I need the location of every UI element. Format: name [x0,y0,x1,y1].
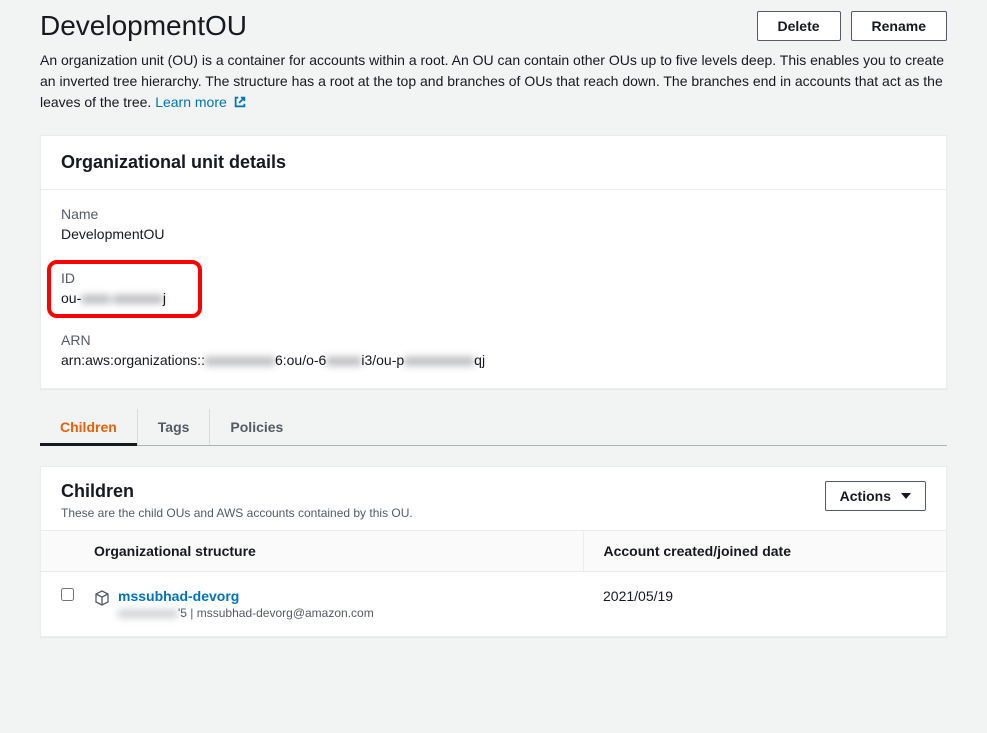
children-subtitle: These are the child OUs and AWS accounts… [61,506,413,520]
actions-label: Actions [840,488,891,504]
arn-hidden-3: xxxxxxxxxx [404,352,474,368]
rename-button[interactable]: Rename [851,11,947,41]
chevron-down-icon [901,488,911,504]
arn-hidden-2: xxxxx [326,352,361,368]
id-label: ID [61,270,188,286]
arn-suffix: qj [474,352,485,368]
name-value: DevelopmentOU [61,226,926,242]
id-suffix: j [163,290,166,306]
page-title: DevelopmentOU [40,10,247,42]
name-label: Name [61,206,926,222]
name-field: Name DevelopmentOU [61,206,926,242]
arn-hidden-1: xxxxxxxxxx [205,352,275,368]
delete-button[interactable]: Delete [757,11,841,41]
id-hidden: xxxx-xxxxxxx [81,290,163,306]
arn-prefix: arn:aws:organizations:: [61,352,205,368]
table-row: mssubhad-devorg xxxxxxxxxx'5 | mssubhad-… [41,572,946,637]
col-date: Account created/joined date [583,531,946,572]
col-checkbox [41,531,74,572]
ou-details-title: Organizational unit details [41,136,946,190]
actions-button[interactable]: Actions [825,481,926,511]
account-id-hidden: xxxxxxxxxx [118,606,178,620]
ou-details-panel: Organizational unit details Name Develop… [40,135,947,389]
arn-field: ARN arn:aws:organizations::xxxxxxxxxx6:o… [61,332,926,368]
col-structure: Organizational structure [74,531,583,572]
tabs: Children Tags Policies [40,409,947,446]
children-table: Organizational structure Account created… [41,530,946,636]
account-date: 2021/05/19 [583,572,946,637]
account-name-link[interactable]: mssubhad-devorg [118,588,374,604]
account-email: mssubhad-devorg@amazon.com [197,606,374,620]
arn-mid-1: 6:ou/o-6 [275,352,326,368]
id-prefix: ou- [61,290,81,306]
account-id-suffix: '5 [178,606,187,620]
id-value: ou-xxxx-xxxxxxxj [61,290,188,306]
tab-policies[interactable]: Policies [210,409,303,445]
external-link-icon [233,94,247,115]
tab-children[interactable]: Children [40,409,138,445]
arn-value: arn:aws:organizations::xxxxxxxxxx6:ou/o-… [61,352,926,368]
id-highlight-box: ID ou-xxxx-xxxxxxxj [47,260,202,318]
children-title: Children [61,481,413,502]
learn-more-label: Learn more [155,94,227,110]
arn-label: ARN [61,332,926,348]
account-icon [94,590,110,609]
children-panel: Children These are the child OUs and AWS… [40,466,947,637]
page-description: An organization unit (OU) is a container… [40,50,947,115]
learn-more-link[interactable]: Learn more [155,94,246,110]
row-checkbox[interactable] [61,588,74,601]
account-meta: xxxxxxxxxx'5 | mssubhad-devorg@amazon.co… [118,606,374,620]
tab-tags[interactable]: Tags [138,409,211,445]
arn-mid-2: i3/ou-p [361,352,404,368]
header-actions: Delete Rename [757,11,948,41]
